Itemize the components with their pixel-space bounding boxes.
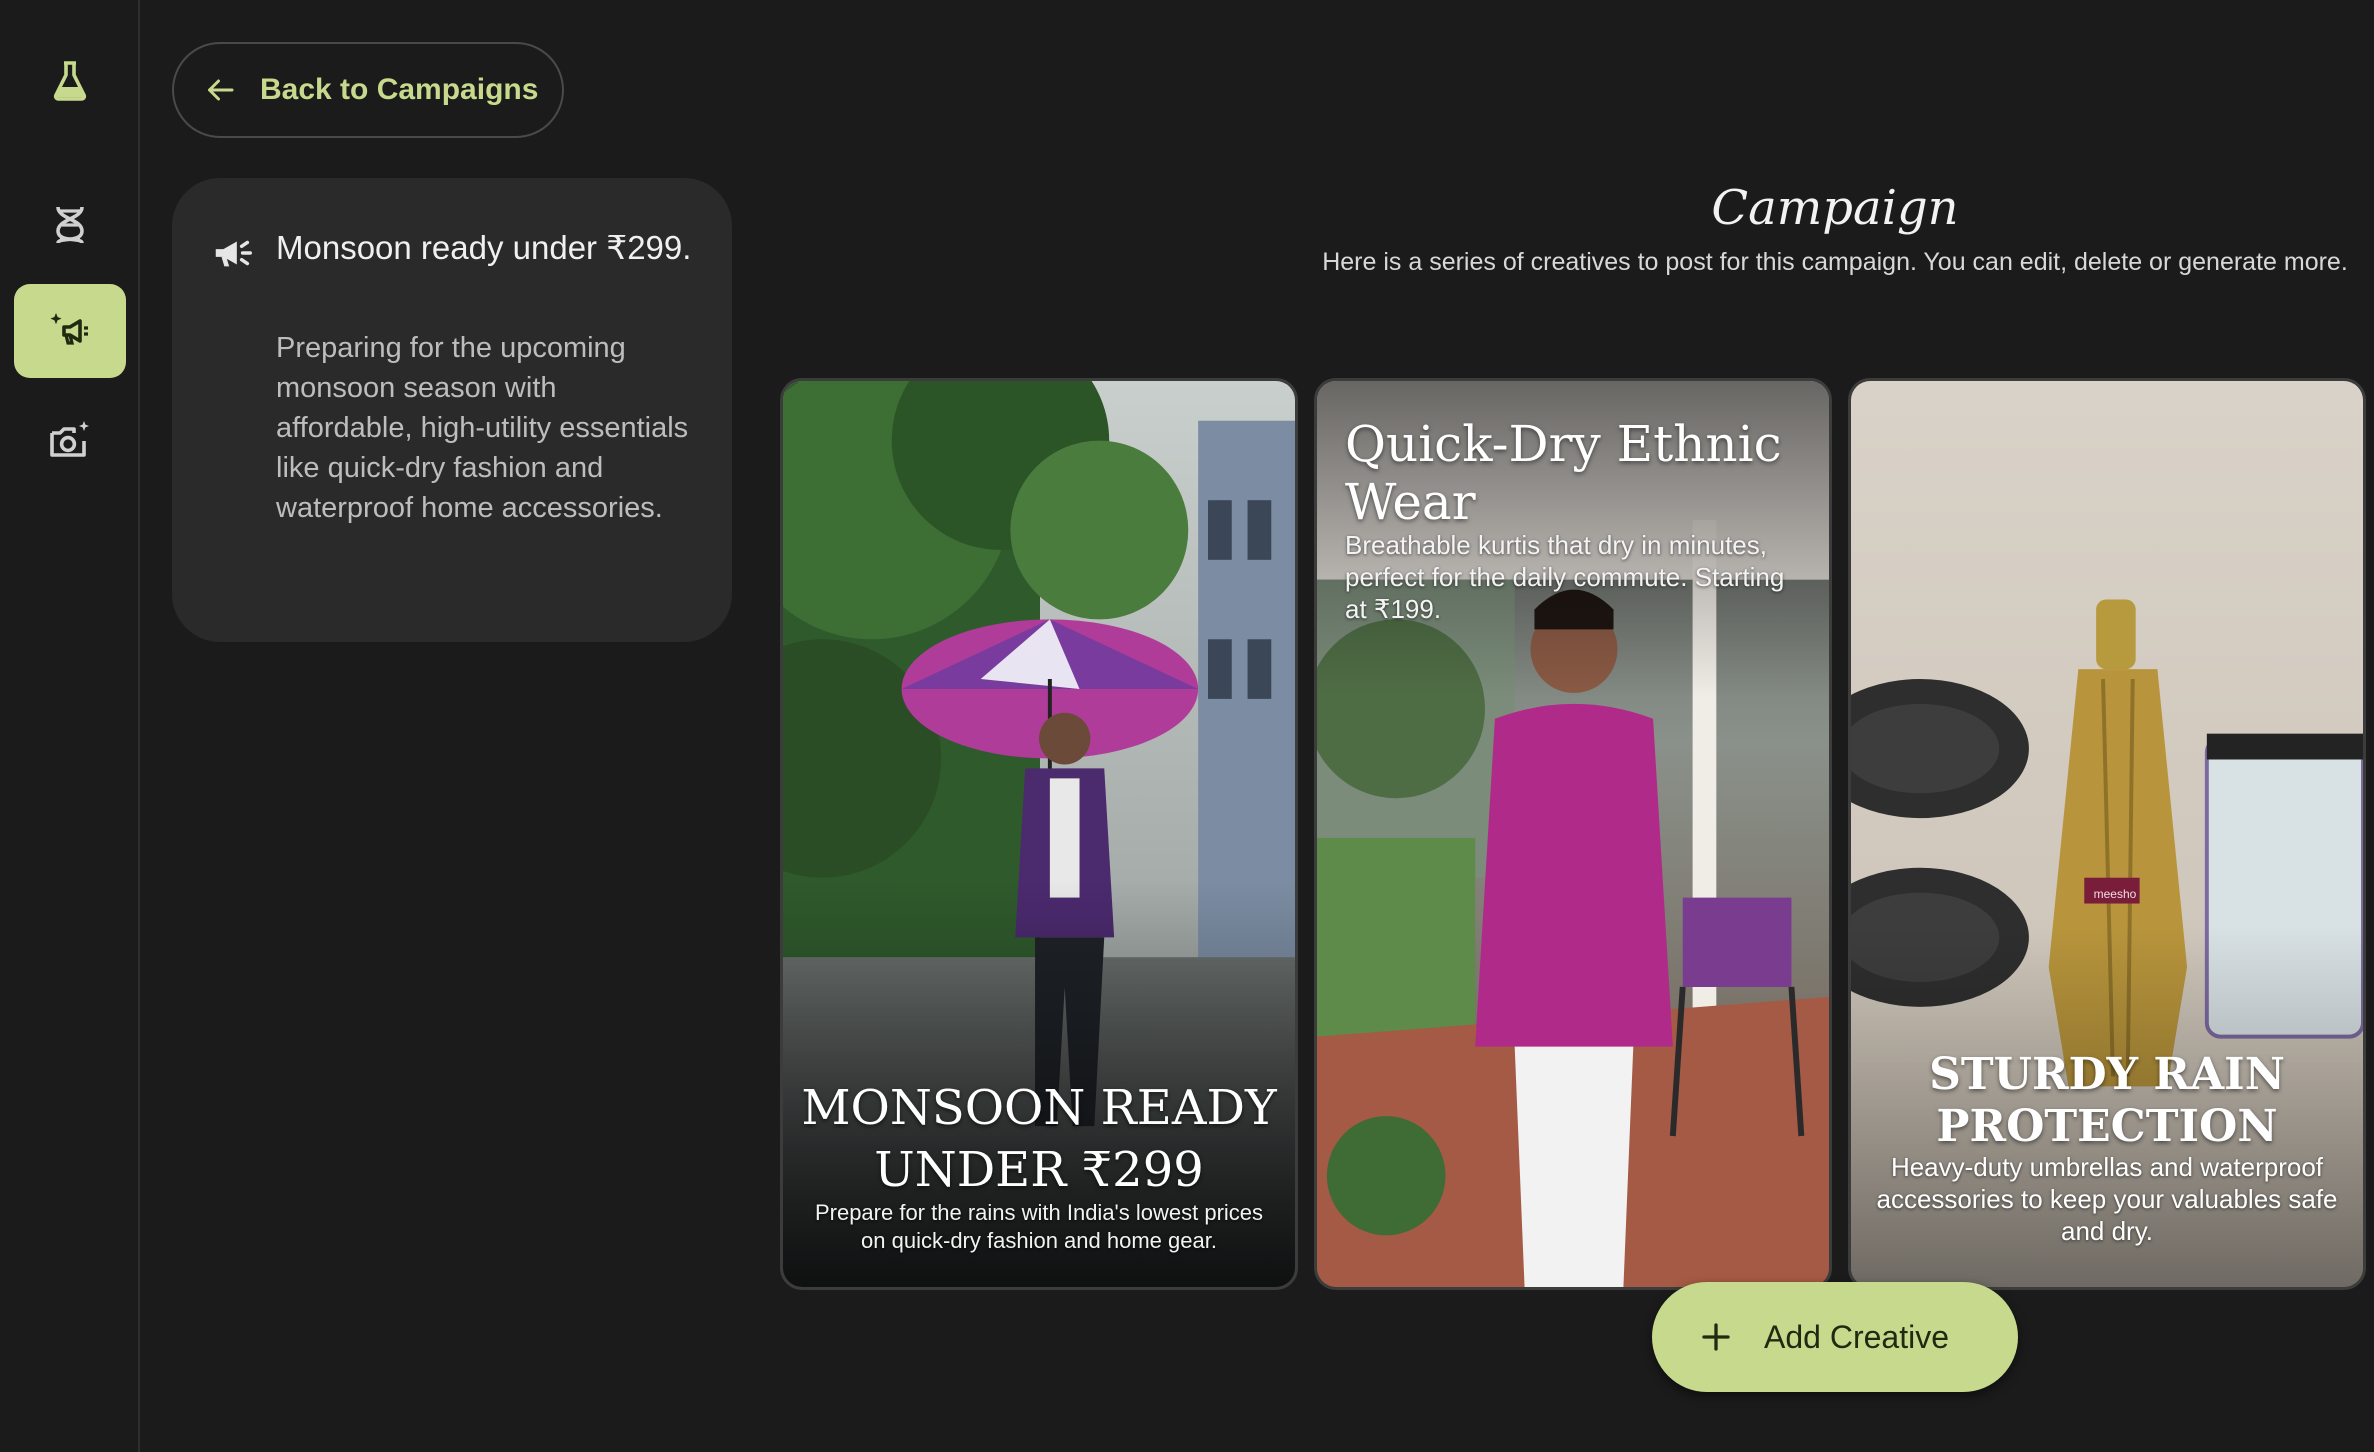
add-photo-icon	[50, 421, 89, 457]
creative-headline: STURDY RAIN PROTECTION	[1929, 1049, 2285, 1152]
nav-rail	[0, 0, 140, 1452]
campaign-info-card: Monsoon ready under ₹299. Preparing for …	[172, 178, 732, 642]
megaphone-icon	[215, 240, 252, 267]
arrow-left-icon	[208, 79, 234, 101]
page-subtitle: Here is a series of creatives to post fo…	[1322, 248, 2348, 276]
plus-icon	[1702, 1323, 1730, 1351]
add-creative-button[interactable]: Add Creative	[1652, 1282, 2018, 1392]
nav-item-campaigns[interactable]	[14, 284, 126, 378]
campaign-megaphone-icon	[50, 313, 88, 345]
creative-card[interactable]: meesho STURDY RAIN PROTECTION Heavy-duty…	[1848, 378, 2366, 1290]
creative-body: Heavy-duty umbrellas and waterproof acce…	[1876, 1152, 2338, 1246]
brand-tag: meesho	[2093, 887, 2137, 901]
dna-icon	[56, 206, 84, 244]
back-to-campaigns-button[interactable]: Back to Campaigns	[172, 42, 564, 138]
campaign-info-title: Monsoon ready under ₹299.	[276, 229, 692, 266]
flask-icon	[53, 61, 87, 101]
nav-item-dna[interactable]	[14, 178, 126, 272]
creative-card[interactable]: Quick-Dry Ethnic Wear Breathable kurtis …	[1314, 378, 1832, 1290]
page-title: Campaign	[1711, 180, 1959, 236]
add-creative-label: Add Creative	[1764, 1318, 1949, 1355]
creative-body: Breathable kurtis that dry in minutes, p…	[1345, 530, 1785, 624]
app-root: Back to Campaigns Monsoon ready under ₹2…	[0, 0, 2374, 1452]
creative-headline: Quick-Dry Ethnic Wear	[1345, 415, 1782, 531]
campaign-info-description: Preparing for the upcoming monsoon seaso…	[276, 332, 689, 524]
back-button-label: Back to Campaigns	[260, 73, 539, 106]
nav-item-photo[interactable]	[14, 394, 126, 488]
nav-item-lab[interactable]	[14, 34, 126, 128]
creative-card[interactable]: MONSOON READY UNDER ₹299 Prepare for the…	[780, 378, 1298, 1290]
creative-body: Prepare for the rains with India's lowes…	[814, 1200, 1264, 1253]
creative-headline: MONSOON READY UNDER ₹299	[801, 1080, 1277, 1198]
